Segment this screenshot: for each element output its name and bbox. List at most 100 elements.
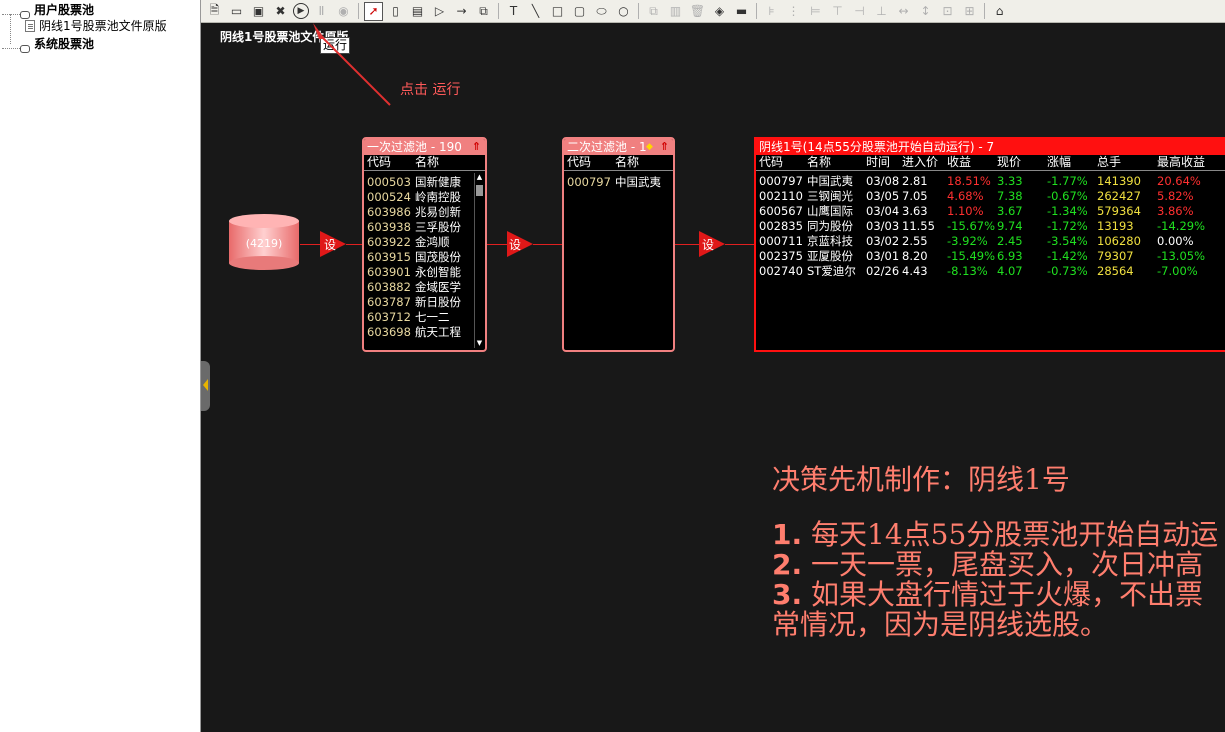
current-price: 6.93 bbox=[997, 249, 1023, 263]
open-folder-icon[interactable]: ▭ bbox=[227, 2, 246, 21]
rectangle-tool-icon[interactable]: □ bbox=[548, 2, 567, 21]
save-icon[interactable]: ▣ bbox=[249, 2, 268, 21]
table-row[interactable]: 000797 中国武夷 03/08 2.81 18.51% 3.33 -1.77% 14139… bbox=[756, 174, 1225, 189]
column-price[interactable]: 现价 bbox=[997, 155, 1021, 170]
column-change[interactable]: 涨幅 bbox=[1047, 155, 1071, 170]
trash-icon[interactable]: 🗑 bbox=[688, 2, 707, 21]
entry-time: 03/05 bbox=[866, 189, 900, 203]
stock-code: 002740 bbox=[759, 264, 803, 278]
filter-pool-1[interactable]: 一次过滤池 - 190 ⇑ 代码 名称 000503 国新健康 000524 岭南控股… bbox=[362, 137, 487, 352]
table-row[interactable]: 002835 同为股份 03/03 11.55 -15.67% 9.74 -1.72% 131… bbox=[756, 219, 1225, 234]
table-row[interactable]: 000711 京蓝科技 03/02 2.55 -3.92% 2.45 -3.54% 10628… bbox=[756, 234, 1225, 249]
result-pool[interactable]: 阴线1号(14点55分股票池开始自动运行) - 7 代码 名称 时间 进入价 收益 现价 涨… bbox=[754, 137, 1225, 352]
tree-item-pool-file[interactable]: 阴线1号股票池文件原版 bbox=[25, 18, 167, 34]
column-volume[interactable]: 总手 bbox=[1097, 155, 1121, 170]
align-left-icon[interactable]: ⊧ bbox=[762, 2, 781, 21]
layout-icon[interactable]: ⌂ bbox=[990, 2, 1009, 21]
triangle-shape-icon[interactable]: ▷ bbox=[430, 2, 449, 21]
ellipse-tool-icon[interactable]: ⬭ bbox=[592, 2, 611, 21]
list-item[interactable]: 603922 金鸿顺 bbox=[364, 235, 485, 250]
column-name[interactable]: 名称 bbox=[807, 155, 831, 170]
copy-icon[interactable]: ⧉ bbox=[644, 2, 663, 21]
entry-time: 03/08 bbox=[866, 174, 900, 188]
design-canvas[interactable]: 阴线1号股票池文件原版 运行 点击 运行 (4219) 设 设 设 一次过滤池 … bbox=[201, 23, 1225, 732]
stock-code: 603922 bbox=[367, 235, 411, 249]
pause-icon[interactable]: Ⅱ bbox=[312, 2, 331, 21]
text-tool-icon[interactable]: T bbox=[504, 2, 523, 21]
document-icon bbox=[25, 20, 35, 32]
list-item[interactable]: 603882 金域医学 bbox=[364, 280, 485, 295]
same-size-icon[interactable]: ⊡ bbox=[938, 2, 957, 21]
toolbar-divider bbox=[984, 3, 985, 19]
fill-color-icon[interactable]: ◈ bbox=[710, 2, 729, 21]
column-time[interactable]: 时间 bbox=[866, 155, 890, 170]
current-price: 9.74 bbox=[997, 219, 1023, 233]
same-width-icon[interactable]: ↔ bbox=[894, 2, 913, 21]
notes-line-3: 3. 如果大盘行情过于火爆，不出票 bbox=[772, 580, 1225, 610]
table-row[interactable]: 002740 ST爱迪尔 02/26 4.43 -8.13% 4.07 -0.73% 2856… bbox=[756, 264, 1225, 279]
filter-pool-2[interactable]: 二次过滤池 - 1 ◆ ⇑ 代码 名称 000797 中国武夷 bbox=[562, 137, 675, 352]
align-bottom-icon[interactable]: ⊥ bbox=[872, 2, 891, 21]
tree-item-user-pool[interactable]: 用户股票池 bbox=[2, 2, 94, 19]
stock-name: 兆易创新 bbox=[415, 205, 461, 219]
stock-name: 国新健康 bbox=[415, 175, 461, 189]
gain-value: 1.10% bbox=[947, 204, 984, 218]
distribute-icon[interactable]: ⊞ bbox=[960, 2, 979, 21]
notes-title: 决策先机制作：阴线1号 bbox=[772, 463, 1070, 496]
select-pointer-icon[interactable]: ➚ bbox=[364, 1, 383, 21]
align-top-icon[interactable]: ⊤ bbox=[828, 2, 847, 21]
move-up-icon[interactable]: ⇑ bbox=[660, 139, 669, 155]
line-width-icon[interactable]: ▬ bbox=[732, 2, 751, 21]
list-item[interactable]: 603915 国茂股份 bbox=[364, 250, 485, 265]
table-shape-icon[interactable]: ▤ bbox=[408, 2, 427, 21]
list-item[interactable]: 603787 新日股份 bbox=[364, 295, 485, 310]
group-shape-icon[interactable]: ⧉ bbox=[474, 2, 493, 21]
stock-code: 600567 bbox=[759, 204, 803, 218]
table-row[interactable]: 002375 亚厦股份 03/01 8.20 -15.49% 6.93 -1.42% 7930… bbox=[756, 249, 1225, 264]
run-button[interactable]: ▶ bbox=[293, 3, 309, 19]
list-item[interactable]: 603712 七一二 bbox=[364, 310, 485, 325]
max-gain-value: -14.29% bbox=[1157, 219, 1205, 233]
tree-item-label: 阴线1号股票池文件原版 bbox=[39, 19, 167, 33]
max-gain-value: 0.00% bbox=[1157, 234, 1194, 248]
list-item[interactable]: 000797 中国武夷 bbox=[564, 175, 673, 190]
column-max-gain[interactable]: 最高收益 bbox=[1157, 155, 1205, 170]
paste-icon[interactable]: ▥ bbox=[666, 2, 685, 21]
list-item[interactable]: 603698 航天工程 bbox=[364, 325, 485, 340]
pool-shape-icon[interactable]: ▯ bbox=[386, 2, 405, 21]
result-header: 阴线1号(14点55分股票池开始自动运行) - 7 bbox=[756, 139, 1225, 155]
list-item[interactable]: 603938 三孚股份 bbox=[364, 220, 485, 235]
align-center-icon[interactable]: ⋮ bbox=[784, 2, 803, 21]
column-entry-price[interactable]: 进入价 bbox=[902, 155, 938, 170]
delete-icon[interactable]: ✖ bbox=[271, 2, 290, 21]
align-middle-icon[interactable]: ⊣ bbox=[850, 2, 869, 21]
same-height-icon[interactable]: ↕ bbox=[916, 2, 935, 21]
list-item[interactable]: 000524 岭南控股 bbox=[364, 190, 485, 205]
stock-code: 603901 bbox=[367, 265, 411, 279]
new-document-icon[interactable]: 🗎 bbox=[205, 2, 224, 21]
table-row[interactable]: 002110 三钢闽光 03/05 7.05 4.68% 7.38 -0.67% 262427… bbox=[756, 189, 1225, 204]
stock-name: 金鸿顺 bbox=[415, 235, 450, 249]
column-code[interactable]: 代码 bbox=[759, 155, 783, 170]
line-tool-icon[interactable]: ╲ bbox=[526, 2, 545, 21]
scroll-down-icon[interactable]: ▼ bbox=[475, 339, 484, 348]
rounded-rect-tool-icon[interactable]: ▢ bbox=[570, 2, 589, 21]
align-right-icon[interactable]: ⊨ bbox=[806, 2, 825, 21]
stock-name: 永创智能 bbox=[415, 265, 461, 279]
move-up-icon[interactable]: ⇑ bbox=[472, 139, 481, 155]
panel-collapse-handle[interactable] bbox=[201, 361, 210, 411]
tree-item-system-pool[interactable]: 系统股票池 bbox=[2, 36, 94, 53]
arrow-connector-icon[interactable]: → bbox=[452, 2, 471, 21]
list-item[interactable]: 603901 永创智能 bbox=[364, 265, 485, 280]
circle-tool-icon[interactable]: ○ bbox=[614, 2, 633, 21]
scroll-up-icon[interactable]: ▲ bbox=[475, 173, 484, 182]
table-row[interactable]: 600567 山鹰国际 03/04 3.63 1.10% 3.67 -1.34% 579364… bbox=[756, 204, 1225, 219]
pool-scrollbar[interactable]: ▲ ▼ bbox=[474, 173, 484, 348]
stop-icon[interactable]: ◉ bbox=[334, 2, 353, 21]
scroll-thumb[interactable] bbox=[476, 185, 483, 196]
list-item[interactable]: 603986 兆易创新 bbox=[364, 205, 485, 220]
column-gain[interactable]: 收益 bbox=[947, 155, 971, 170]
list-item[interactable]: 000503 国新健康 bbox=[364, 175, 485, 190]
stock-pool-tree: 用户股票池 阴线1号股票池文件原版 系统股票池 bbox=[0, 0, 201, 732]
current-price: 3.67 bbox=[997, 204, 1023, 218]
